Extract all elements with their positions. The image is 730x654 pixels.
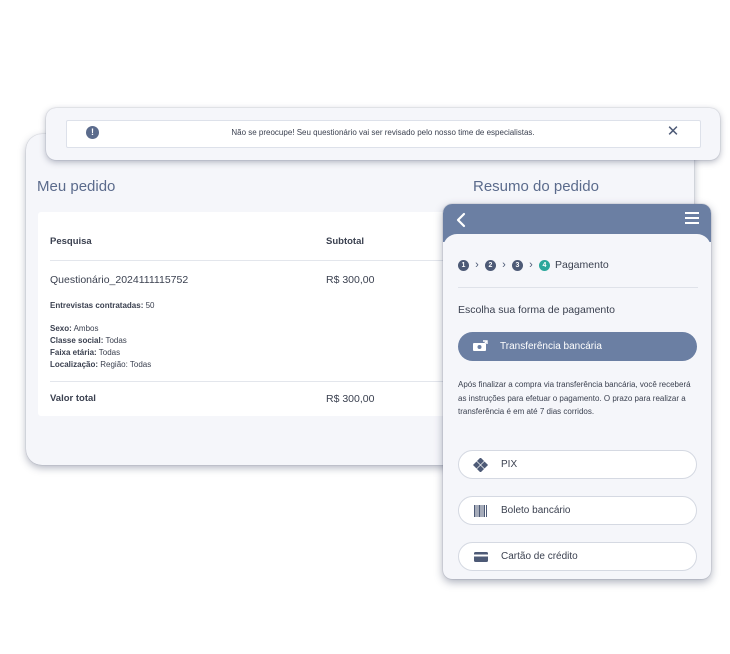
order-title: Meu pedido bbox=[37, 178, 116, 195]
detail-location: Localização: Região: Todas bbox=[50, 360, 152, 369]
detail-age-range: Faixa etária: Todas bbox=[50, 348, 121, 357]
step-1: 1 bbox=[458, 259, 469, 271]
close-icon[interactable]: ✕ bbox=[666, 124, 680, 139]
choose-payment-title: Escolha sua forma de pagamento bbox=[458, 304, 616, 316]
total-value: R$ 300,00 bbox=[326, 393, 375, 405]
payment-option-label: Cartão de crédito bbox=[501, 551, 578, 562]
order-item-name: Questionário_2024111115752 bbox=[50, 274, 189, 286]
table-divider bbox=[50, 260, 444, 261]
chevron-right-icon: › bbox=[502, 258, 506, 271]
bank-transfer-icon bbox=[473, 339, 488, 351]
pix-icon bbox=[473, 457, 489, 472]
detail-social-class: Classe social: Todas bbox=[50, 336, 127, 345]
credit-card-icon bbox=[474, 551, 488, 562]
mobile-header bbox=[443, 204, 711, 250]
step-3: 3 bbox=[512, 259, 523, 271]
payment-description: Após finalizar a compra via transferênci… bbox=[458, 380, 691, 416]
payment-option-boleto[interactable]: Boleto bancário bbox=[458, 496, 697, 525]
detail-interviews: Entrevistas contratadas: 50 bbox=[50, 301, 155, 310]
summary-title: Resumo do pedido bbox=[473, 178, 599, 195]
payment-panel: 1 › 2 › 3 › 4 Pagamento Escolha sua form… bbox=[443, 204, 711, 579]
payment-option-label: Boleto bancário bbox=[501, 505, 571, 516]
order-item-price: R$ 300,00 bbox=[326, 274, 375, 286]
column-header-research: Pesquisa bbox=[50, 236, 92, 247]
payment-option-credit-card[interactable]: Cartão de crédito bbox=[458, 542, 697, 571]
back-arrow-icon[interactable] bbox=[454, 211, 468, 229]
payment-option-bank-transfer[interactable]: Transferência bancária bbox=[458, 332, 697, 361]
step-4: 4 bbox=[539, 259, 550, 271]
chevron-right-icon: › bbox=[529, 258, 533, 271]
payment-option-label: Transferência bancária bbox=[500, 341, 602, 352]
detail-sex: Sexo: Ambos bbox=[50, 324, 99, 333]
total-label: Valor total bbox=[50, 393, 96, 404]
barcode-icon bbox=[474, 504, 487, 517]
column-header-subtotal: Subtotal bbox=[326, 236, 364, 247]
total-divider bbox=[50, 381, 444, 382]
current-step-label: Pagamento bbox=[555, 259, 609, 271]
step-2: 2 bbox=[485, 259, 496, 271]
order-card bbox=[38, 212, 458, 416]
checkout-steps: 1 › 2 › 3 › 4 Pagamento bbox=[458, 259, 609, 271]
steps-divider bbox=[458, 287, 698, 288]
chevron-right-icon: › bbox=[475, 258, 479, 271]
notification-message: Não se preocupe! Seu questionário vai se… bbox=[231, 128, 535, 137]
payment-option-label: PIX bbox=[501, 459, 518, 470]
payment-option-pix[interactable]: PIX bbox=[458, 450, 697, 479]
menu-icon[interactable] bbox=[685, 212, 699, 224]
